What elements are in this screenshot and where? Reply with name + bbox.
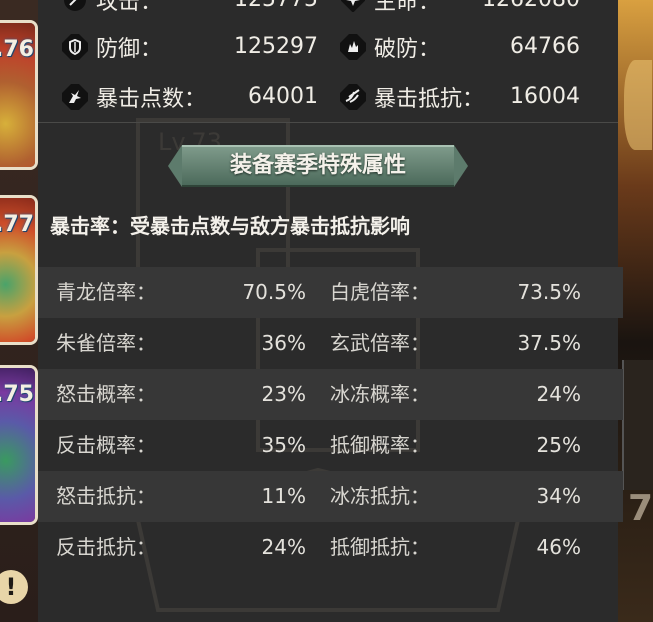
rate-label: 抵御抵抗： [330, 535, 430, 559]
rate-value: 35% [261, 433, 306, 457]
rate-label: 青龙倍率： [56, 280, 156, 304]
rate-label: 冰冻概率： [330, 382, 430, 406]
flame-icon [338, 32, 368, 62]
rate-row: 青龙倍率： 70.5% 白虎倍率： 73.5% [38, 267, 623, 318]
rate-label: 反击抵抗： [56, 535, 156, 559]
burst-icon [60, 82, 90, 112]
scene-decoration [622, 360, 653, 490]
rate-row: 怒击概率： 23% 冰冻概率： 24% [38, 369, 623, 420]
banner-title: 装备赛季特殊属性 [229, 153, 406, 178]
hero-card[interactable]: .77 [0, 195, 38, 345]
rate-row: 怒击抵抗： 11% 冰冻抵抗： 34% [38, 471, 623, 522]
rate-label: 玄武倍率： [330, 331, 430, 355]
stat-row: 防御： 125297 破防： 64766 [38, 25, 618, 69]
rate-value: 23% [261, 382, 306, 406]
stat-value: 125297 [234, 34, 318, 59]
rate-value: 70.5% [242, 280, 306, 304]
stat-defense: 防御： 125297 [60, 25, 318, 69]
warning-icon[interactable]: ! [0, 570, 28, 604]
rate-label: 白虎倍率： [330, 280, 430, 304]
stat-value: 64766 [510, 34, 580, 59]
rate-value: 34% [536, 484, 581, 508]
stat-label: 防御： [96, 37, 163, 62]
stat-value: 64001 [248, 84, 318, 109]
stat-label: 攻击： [96, 0, 163, 15]
wing-icon [338, 82, 368, 112]
stat-label: 破防： [374, 37, 441, 62]
scene-number: 7 [628, 488, 653, 529]
rate-row: 朱雀倍率： 36% 玄武倍率： 37.5% [38, 318, 623, 369]
rate-label: 朱雀倍率： [56, 331, 156, 355]
stat-value: 16004 [510, 84, 580, 109]
rate-row: 反击抵抗： 24% 抵御抵抗： 46% [38, 522, 623, 573]
crit-rate-note: 暴击率：受暴击点数与敌方暴击抵抗影响 [50, 214, 410, 238]
rate-label: 冰冻抵抗： [330, 484, 430, 508]
stat-attack: 攻击： 125775 [60, 0, 318, 22]
hero-card[interactable]: .75 [0, 365, 38, 525]
shield-icon [60, 32, 90, 62]
hero-level: .75 [0, 382, 34, 407]
rate-value: 24% [536, 382, 581, 406]
rate-label: 反击概率： [56, 433, 156, 457]
section-divider [38, 122, 618, 123]
stat-hp: 生命： 1262080 [338, 0, 580, 22]
hero-level: .77 [0, 212, 34, 237]
stat-row: 攻击： 125775 生命： 1262080 [38, 0, 618, 22]
scene-background-right: 7 [618, 0, 653, 622]
star-icon [338, 0, 368, 15]
rate-label: 怒击概率： [56, 382, 156, 406]
sword-icon [60, 0, 90, 15]
scene-decoration [624, 60, 652, 150]
rate-label: 怒击抵抗： [56, 484, 156, 508]
rate-label: 抵御概率： [330, 433, 430, 457]
rate-value: 24% [261, 535, 306, 559]
stat-value: 125775 [234, 0, 318, 22]
stat-crit-points: 暴击点数： 64001 [60, 75, 318, 119]
attribute-panel: Lv.73 Lv.77 攻击： 125775 生命： 1262080 防御： [38, 0, 623, 622]
stat-value: 1262080 [482, 0, 580, 22]
stat-armor-break: 破防： 64766 [338, 25, 580, 69]
season-attribute-banner: 装备赛季特殊属性 [168, 145, 468, 187]
stat-row: 暴击点数： 64001 暴击抵抗： 16004 [38, 75, 618, 119]
rate-value: 37.5% [517, 331, 581, 355]
rate-value: 25% [536, 433, 581, 457]
rate-value: 11% [261, 484, 306, 508]
hero-card[interactable]: .76 [0, 20, 38, 170]
rate-value: 46% [536, 535, 581, 559]
stat-label: 暴击抵抗： [374, 87, 485, 112]
hero-level: .76 [0, 37, 34, 62]
stat-crit-resist: 暴击抵抗： 16004 [338, 75, 580, 119]
rate-value: 36% [261, 331, 306, 355]
rate-value: 73.5% [517, 280, 581, 304]
stat-label: 暴击点数： [96, 87, 207, 112]
rate-row: 反击概率： 35% 抵御概率： 25% [38, 420, 623, 471]
stat-label: 生命： [374, 0, 441, 15]
